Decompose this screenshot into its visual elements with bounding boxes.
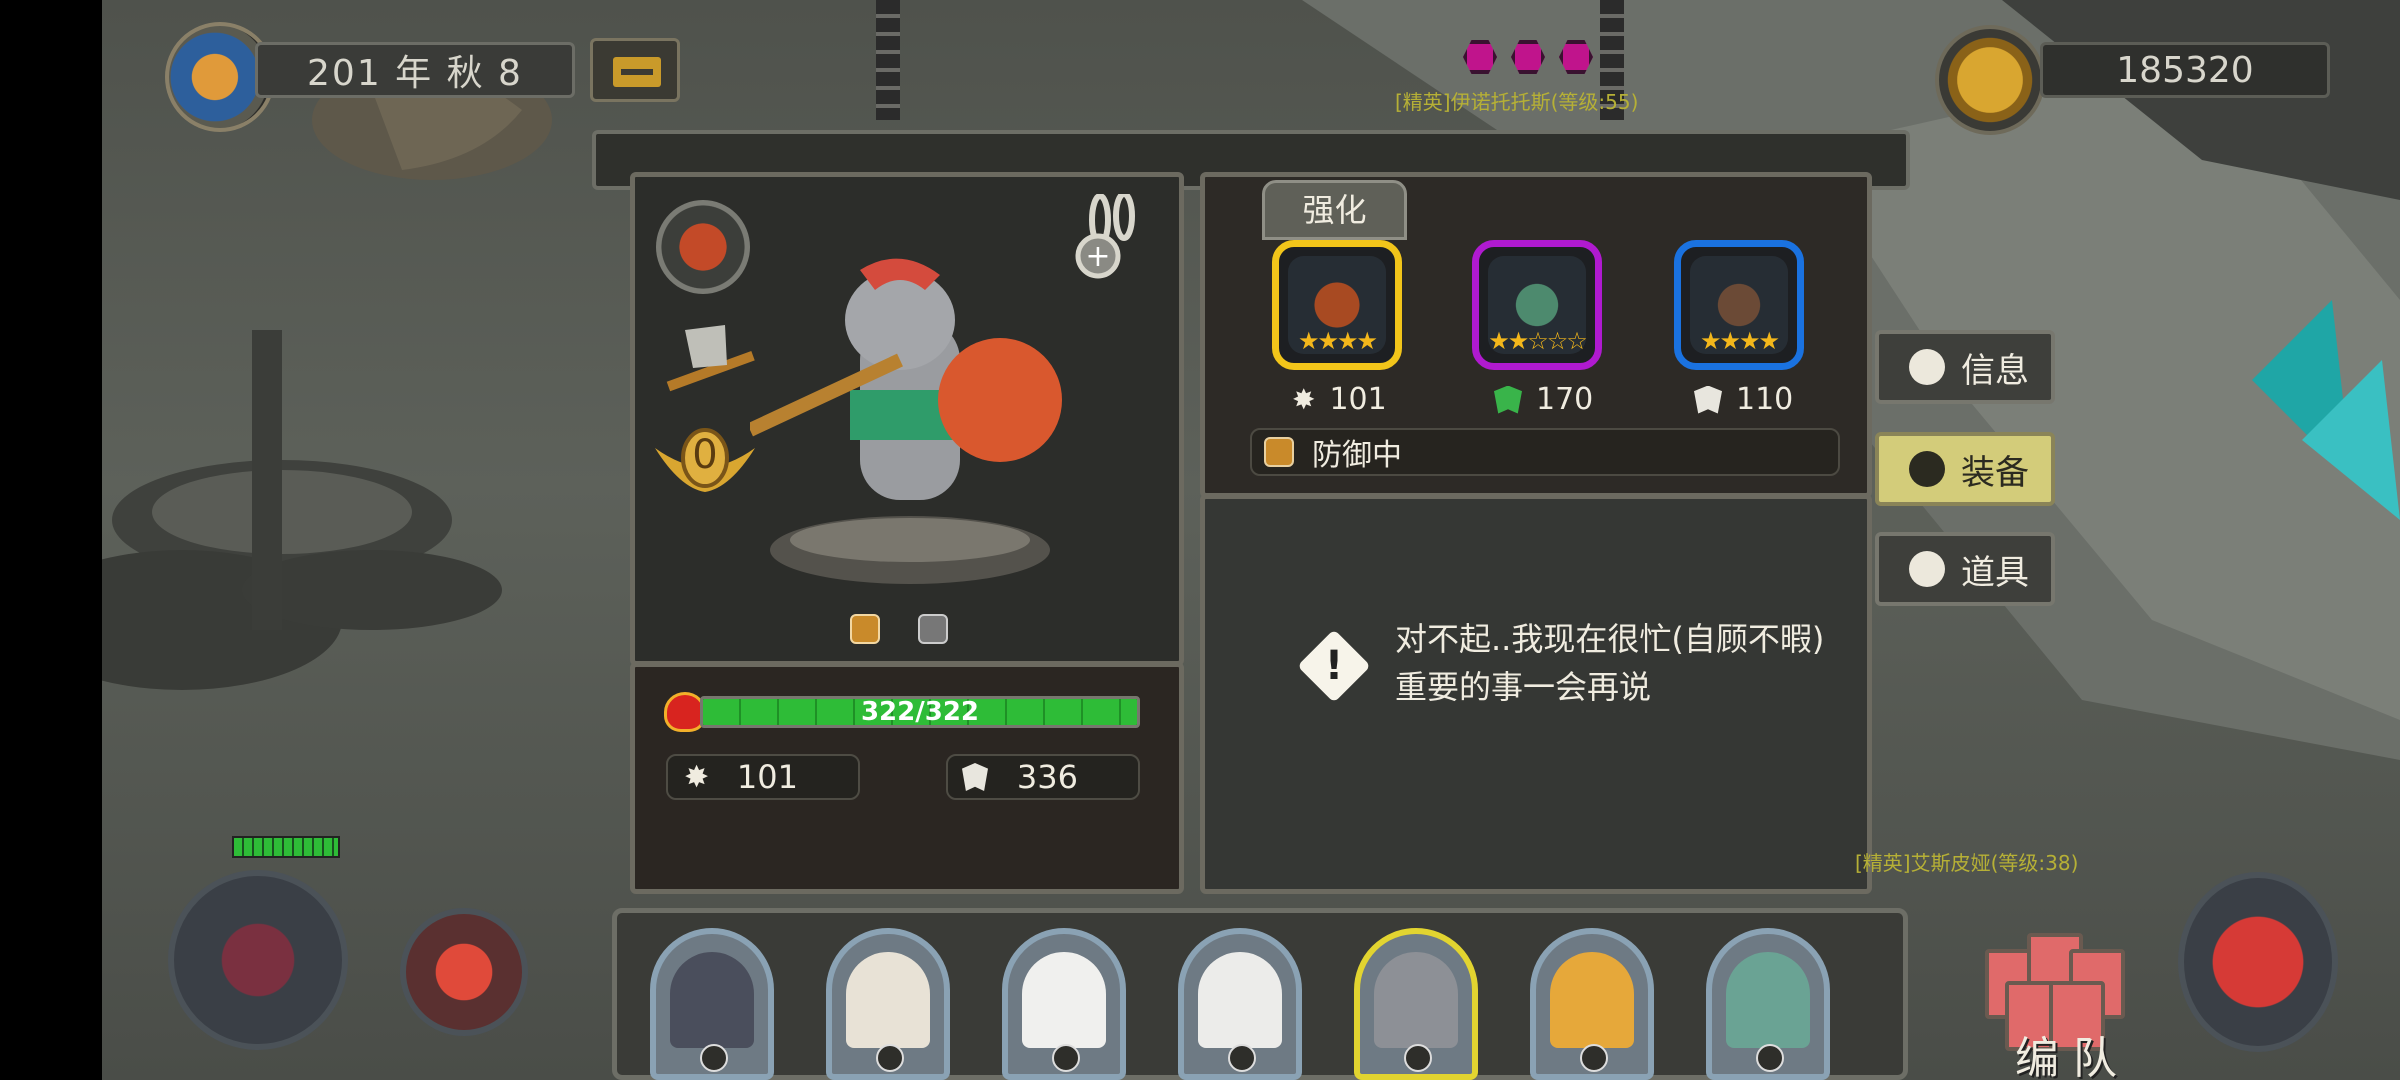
knight-hero-button[interactable]	[2178, 872, 2338, 1052]
class-badge-icon	[1404, 1044, 1432, 1072]
attack-icon: ✸	[684, 759, 710, 795]
weapon-stat: ✸ 101	[1292, 382, 1387, 417]
health-shield-icon	[1494, 385, 1522, 414]
attack-stat: ✸ 101	[666, 754, 860, 800]
bag-icon	[1909, 551, 1945, 587]
coin-icon	[1935, 25, 2045, 135]
weapon-stat-value: 101	[1329, 382, 1387, 417]
class-badge-icon	[1580, 1044, 1608, 1072]
equip-slot-weapon[interactable]: ★★★★	[1272, 240, 1402, 370]
enemy-gems	[1463, 40, 1593, 74]
weapon-axe-icon[interactable]	[655, 320, 755, 410]
armor-stars: ★★☆☆☆	[1488, 327, 1588, 355]
hero-slot-pirate-rhino[interactable]	[650, 928, 774, 1080]
warning-icon-mark: !	[1324, 643, 1344, 689]
helmet-icon	[1909, 451, 1945, 487]
attack-icon: ✸	[1292, 383, 1316, 416]
gear-fire-button[interactable]	[400, 908, 528, 1036]
info-icon	[1909, 349, 1945, 385]
team-formation-label: 编 队	[2015, 1033, 2117, 1080]
enemy-label-top: [精英]伊诺托托斯(等级:55)	[1395, 90, 1639, 114]
hero-slot-crocodile[interactable]	[1706, 928, 1830, 1080]
hero-slot-polar-bear[interactable]	[1178, 928, 1302, 1080]
defense-icon	[962, 763, 988, 791]
menu-button[interactable]	[590, 38, 680, 102]
tab-info-label: 信息	[1961, 350, 2029, 391]
elephant-hero-sprite	[750, 258, 1062, 584]
rabbit-add-icon[interactable]: +	[1068, 194, 1158, 284]
coin-count: 185320	[2040, 42, 2330, 98]
enhance-tab[interactable]: 强化	[1262, 180, 1407, 240]
eagle-portrait-icon	[846, 952, 930, 1048]
left-letterbox	[0, 0, 102, 1080]
class-badge-icon	[700, 1044, 728, 1072]
class-badge-icon	[1052, 1044, 1080, 1072]
accessory-stars: ★★★★	[1699, 327, 1780, 355]
game-date: 201 年 秋 8	[255, 42, 575, 98]
accessory-stat-value: 110	[1736, 382, 1794, 417]
class-badge-icon	[876, 1044, 904, 1072]
tab-items-label: 道具	[1961, 552, 2029, 593]
weapon-stars: ★★★★	[1297, 327, 1378, 355]
status-bar: 防御中	[1250, 428, 1840, 476]
status-text: 防御中	[1312, 438, 1402, 473]
tab-equipment[interactable]: 装备	[1875, 432, 2055, 506]
attack-value: 101	[736, 758, 798, 796]
menu-icon	[613, 57, 661, 87]
class-icon[interactable]	[656, 200, 750, 294]
elephant-portrait-icon	[1374, 952, 1458, 1048]
hero-slot-eagle[interactable]	[826, 928, 950, 1080]
town-button[interactable]	[168, 870, 348, 1050]
rank-wings-badge: 0	[650, 428, 760, 498]
hero-slot-leopard[interactable]	[1530, 928, 1654, 1080]
armor-stat: 170	[1494, 382, 1593, 417]
gem-icon	[1463, 40, 1497, 74]
tab-items[interactable]: 道具	[1875, 532, 2055, 606]
class-badge-icon	[1756, 1044, 1784, 1072]
building-hp-bar	[232, 836, 340, 858]
defense-state-icon	[850, 614, 880, 644]
defending-icon	[1264, 437, 1294, 467]
hanging-chain-left	[876, 0, 900, 120]
enemy-label-bottom: [精英]艾斯皮娅(等级:38)	[1855, 851, 2079, 875]
defense-value: 336	[1016, 758, 1078, 796]
class-badge-icon	[1228, 1044, 1256, 1072]
tab-equipment-label: 装备	[1961, 452, 2029, 493]
hero-slot-sheep[interactable]	[1002, 928, 1126, 1080]
tab-info[interactable]: 信息	[1875, 330, 2055, 404]
pirate-rhino-portrait-icon	[670, 952, 754, 1048]
gem-icon	[1511, 40, 1545, 74]
accessory-stat: 110	[1694, 382, 1793, 417]
equip-slot-armor[interactable]: ★★☆☆☆	[1472, 240, 1602, 370]
gem-icon	[1559, 40, 1593, 74]
leopard-portrait-icon	[1550, 952, 1634, 1048]
hero-slot-elephant[interactable]	[1354, 928, 1478, 1080]
defense-stat: 336	[946, 754, 1140, 800]
equip-slot-accessory[interactable]: ★★★★	[1674, 240, 1804, 370]
crocodile-portrait-icon	[1726, 952, 1810, 1048]
polar-bear-portrait-icon	[1198, 952, 1282, 1048]
defense-shield-icon	[1694, 385, 1722, 414]
locked-state-icon	[918, 614, 948, 644]
armor-stat-value: 170	[1536, 382, 1594, 417]
rank-level: 0	[692, 432, 718, 478]
sheep-portrait-icon	[1022, 952, 1106, 1048]
svg-text:+: +	[1085, 239, 1110, 274]
hp-text: 322/322	[860, 697, 980, 727]
message-text: 对不起..我现在很忙(自顾不暇)重要的事一会再说	[1395, 620, 1825, 706]
